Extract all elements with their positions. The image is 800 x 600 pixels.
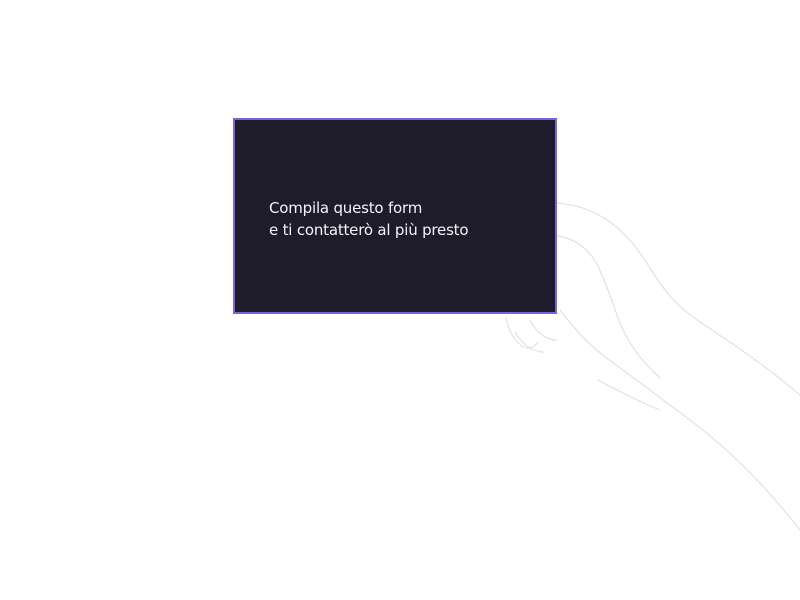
card-message: Compila questo form e ti contatterò al p… (269, 197, 469, 241)
card-message-line-2: e ti contatterò al più presto (269, 221, 469, 239)
card-message-line-1: Compila questo form (269, 199, 423, 217)
stage: Compila questo form e ti contatterò al p… (0, 0, 800, 600)
contact-card: Compila questo form e ti contatterò al p… (233, 118, 557, 314)
